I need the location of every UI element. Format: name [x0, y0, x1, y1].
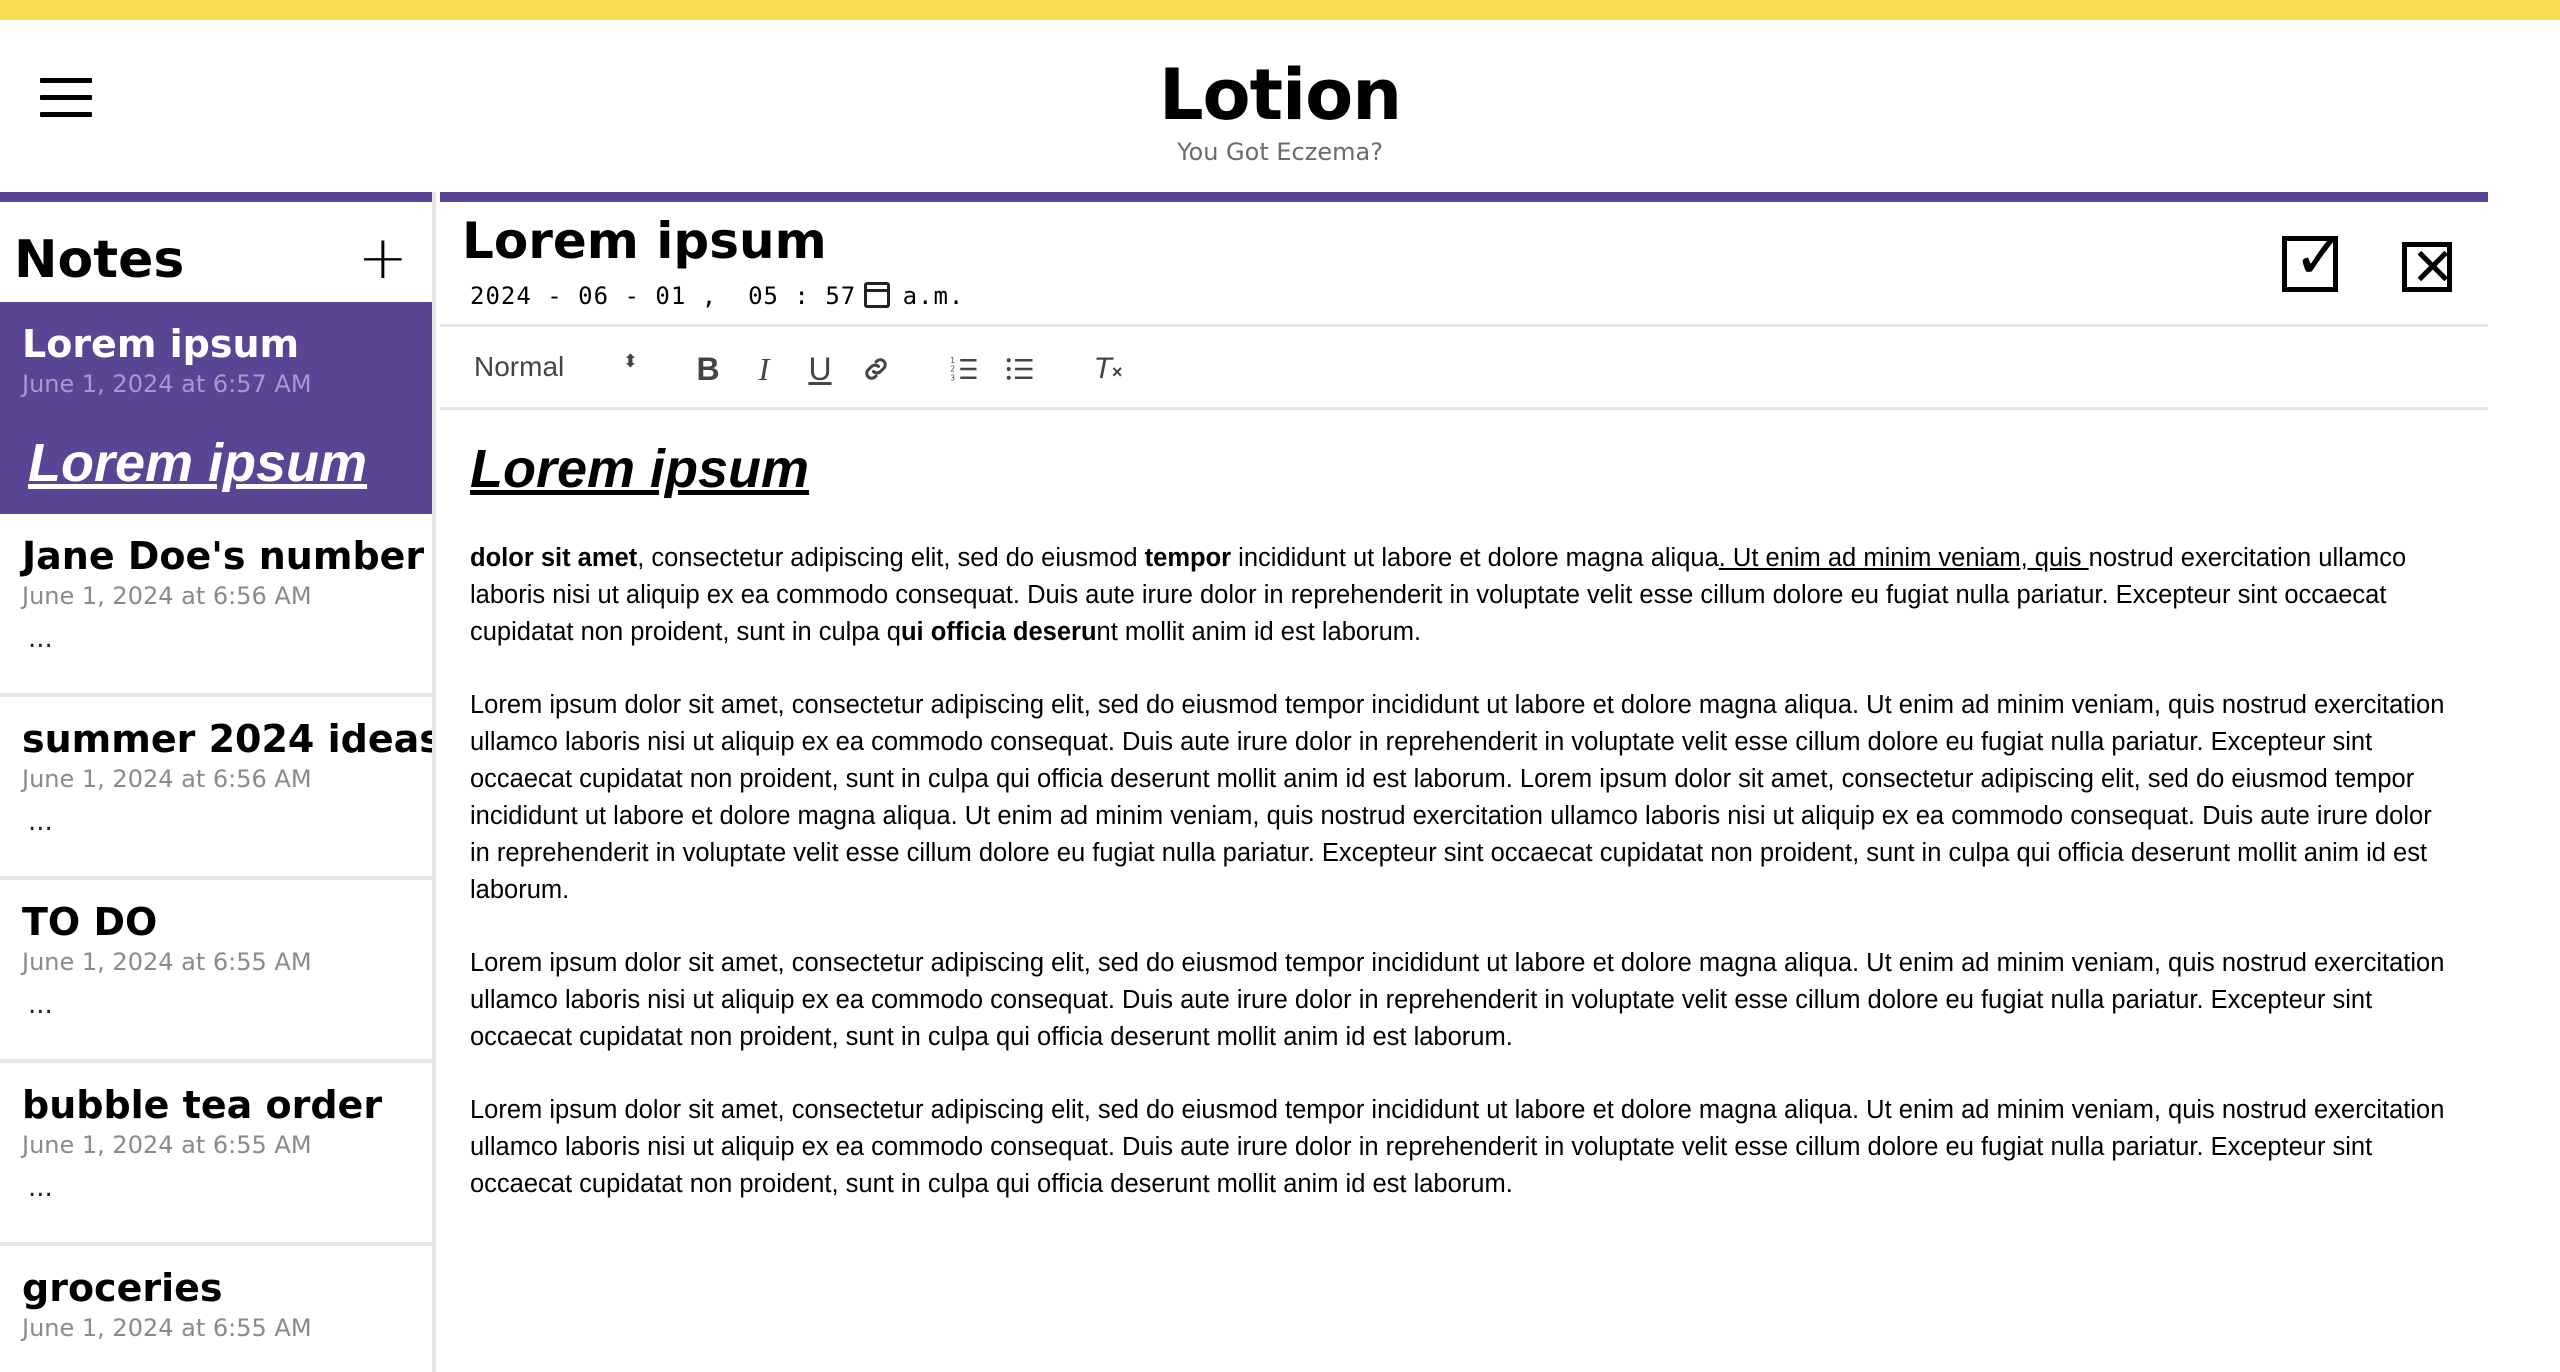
- note-item-groceries[interactable]: groceries June 1, 2024 at 6:55 AM: [0, 1246, 432, 1372]
- sidebar-accent-bar: [0, 192, 432, 202]
- italic-icon[interactable]: I: [742, 347, 786, 391]
- note-date: June 1, 2024 at 6:55 AM: [22, 1314, 312, 1342]
- link-icon[interactable]: [854, 347, 898, 391]
- bullet-list-icon[interactable]: [998, 347, 1042, 391]
- sidebar-title: Notes: [14, 230, 185, 290]
- formatting-toolbar: Normal ⬍ B I U 123 T×: [440, 324, 2488, 410]
- save-button[interactable]: ✓: [2282, 220, 2347, 294]
- svg-text:2: 2: [950, 365, 955, 374]
- clear-format-icon[interactable]: T×: [1086, 347, 1130, 391]
- svg-text:1: 1: [950, 356, 955, 365]
- note-date: June 1, 2024 at 6:56 AM: [22, 582, 312, 610]
- note-preview: ...: [28, 624, 53, 654]
- note-title: bubble tea order: [22, 1083, 383, 1127]
- notes-sidebar: Notes + Lorem ipsum June 1, 2024 at 6:57…: [0, 192, 436, 1372]
- note-item-jane-doe[interactable]: Jane Doe's number June 1, 2024 at 6:56 A…: [0, 514, 432, 697]
- app-header: Lotion You Got Eczema?: [0, 20, 2560, 192]
- content-paragraph-4: Lorem ipsum dolor sit amet, consectetur …: [470, 1096, 2445, 1198]
- content-paragraph-2: Lorem ipsum dolor sit amet, consectetur …: [470, 691, 2445, 904]
- text-style-value: Normal: [474, 351, 565, 382]
- note-preview: ...: [28, 807, 53, 837]
- datetime-input[interactable]: 2024 - 06 - 01 , 05 : 57 a.m.: [470, 282, 964, 310]
- svg-text:3: 3: [950, 373, 955, 382]
- note-title: Jane Doe's number: [22, 534, 425, 578]
- add-note-button[interactable]: +: [358, 228, 408, 288]
- note-title-input[interactable]: Lorem ipsum: [462, 212, 827, 270]
- content-heading: Lorem ipsum: [470, 439, 810, 499]
- note-item-todo[interactable]: TO DO June 1, 2024 at 6:55 AM ...: [0, 880, 432, 1063]
- note-preview: ...: [28, 990, 53, 1020]
- note-editor: Lorem ipsum 2024 - 06 - 01 , 05 : 57 a.m…: [440, 192, 2488, 1372]
- content-paragraph-3: Lorem ipsum dolor sit amet, consectetur …: [470, 949, 2445, 1051]
- note-title: Lorem ipsum: [22, 322, 300, 366]
- delete-button[interactable]: ✕: [2402, 238, 2455, 298]
- note-preview: ...: [28, 1173, 53, 1203]
- note-date: June 1, 2024 at 6:57 AM: [22, 370, 312, 398]
- underline-icon[interactable]: U: [798, 347, 842, 391]
- app-subtitle: You Got Eczema?: [1177, 138, 1383, 166]
- bold-icon[interactable]: B: [686, 347, 730, 391]
- note-item-summer-ideas[interactable]: summer 2024 ideas June 1, 2024 at 6:56 A…: [0, 697, 432, 880]
- note-list: Lorem ipsum June 1, 2024 at 6:57 AM Lore…: [0, 302, 432, 1372]
- note-date: June 1, 2024 at 6:55 AM: [22, 1131, 312, 1159]
- note-title: summer 2024 ideas: [22, 717, 436, 761]
- note-title: TO DO: [22, 900, 158, 944]
- checkmark-icon: ✓: [2293, 220, 2347, 294]
- note-date: June 1, 2024 at 6:56 AM: [22, 765, 312, 793]
- note-body[interactable]: Lorem ipsum dolor sit amet, consectetur …: [470, 436, 2450, 1239]
- select-arrows-icon: ⬍: [622, 351, 638, 371]
- text-style-select[interactable]: Normal ⬍: [474, 351, 644, 387]
- note-title: groceries: [22, 1266, 223, 1310]
- app-title: Lotion: [1158, 54, 1402, 136]
- ordered-list-icon[interactable]: 123: [942, 347, 986, 391]
- note-date: June 1, 2024 at 6:55 AM: [22, 948, 312, 976]
- close-icon: ✕: [2411, 238, 2455, 298]
- note-item-bubble-tea[interactable]: bubble tea order June 1, 2024 at 6:55 AM…: [0, 1063, 432, 1246]
- calendar-icon[interactable]: [864, 282, 890, 308]
- sidebar-header: Notes +: [0, 202, 432, 294]
- top-accent-bar: [0, 0, 2560, 20]
- note-item-lorem-ipsum[interactable]: Lorem ipsum June 1, 2024 at 6:57 AM Lore…: [0, 302, 432, 514]
- content-paragraph-1: dolor sit amet, consectetur adipiscing e…: [470, 544, 2407, 646]
- editor-accent-bar: [440, 192, 2488, 202]
- note-preview: Lorem ipsum: [28, 433, 368, 493]
